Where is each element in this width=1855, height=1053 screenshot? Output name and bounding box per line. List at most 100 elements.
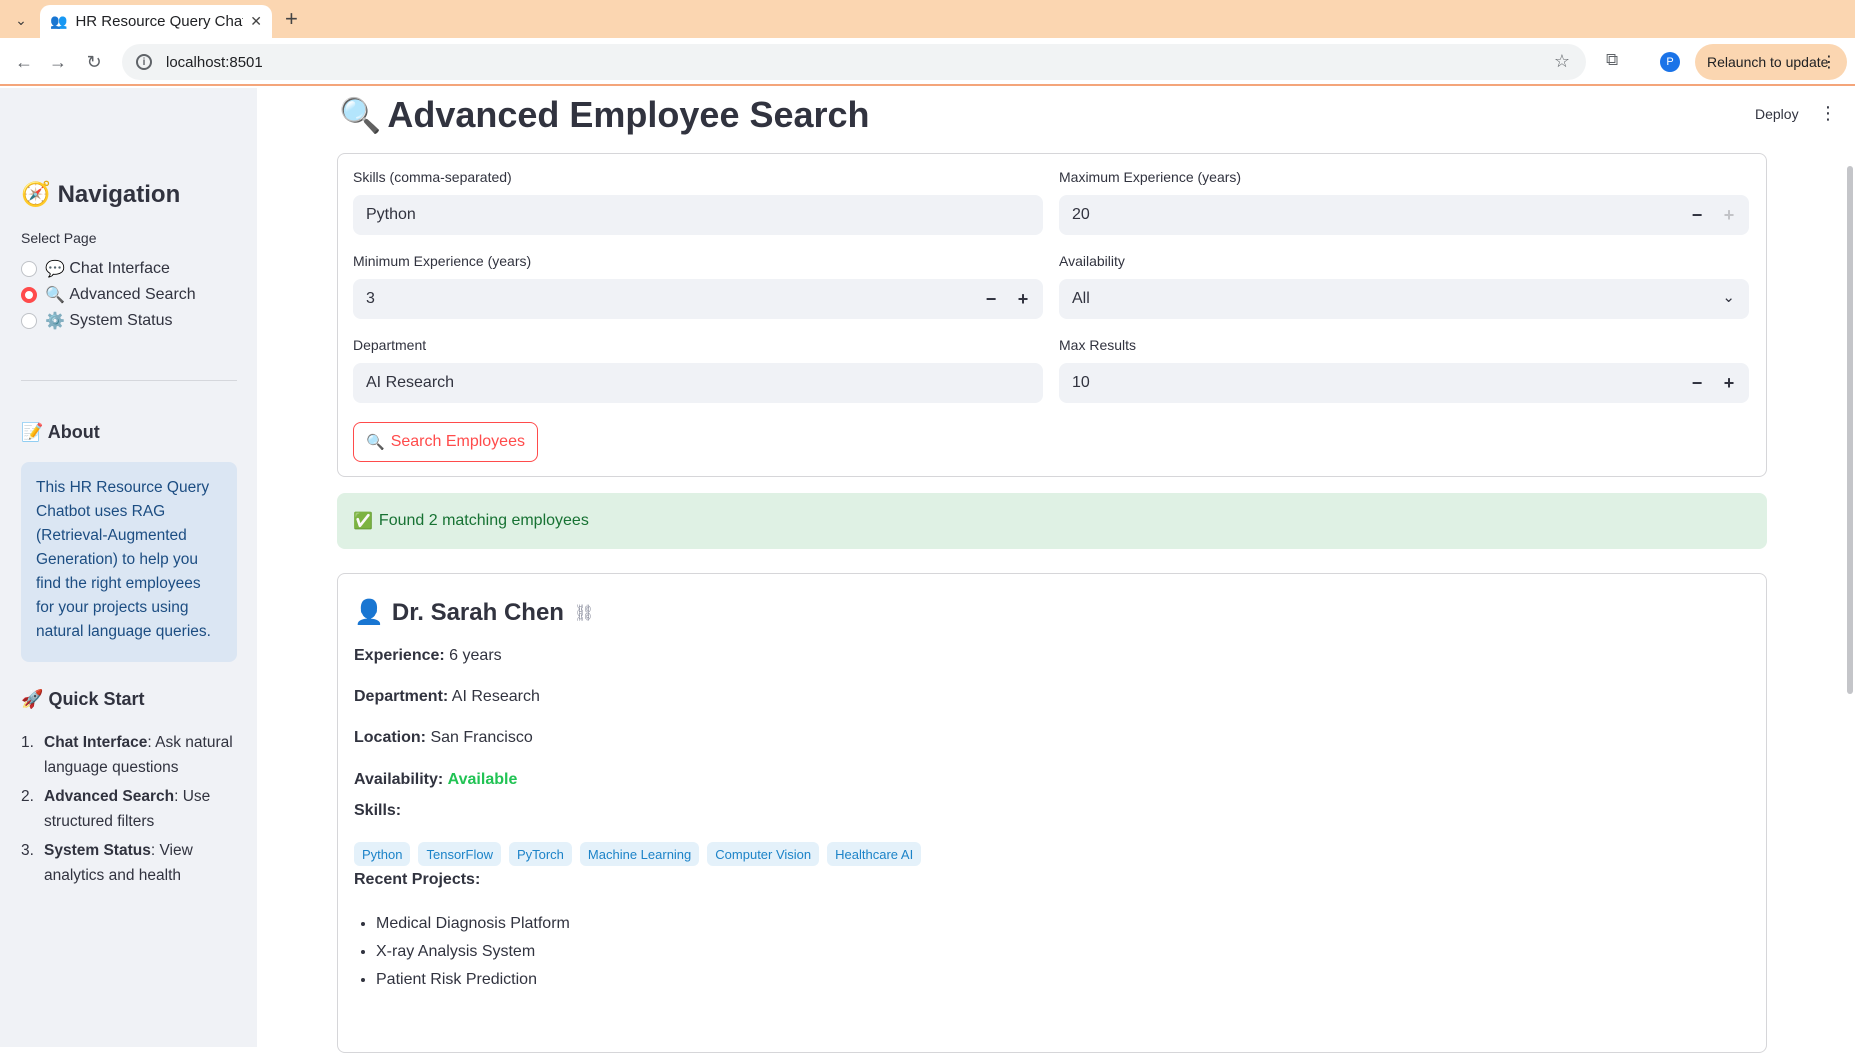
skill-chip: PyTorch [508, 842, 572, 866]
skills-input[interactable]: Python [353, 195, 1043, 235]
recent-projects-heading: Recent Projects: [354, 871, 481, 888]
relaunch-label: Relaunch to update [1707, 54, 1829, 70]
rocket-icon: 🚀 [21, 689, 44, 709]
select-page-label: Select Page [21, 230, 97, 246]
new-tab-plus-icon[interactable]: + [285, 8, 298, 30]
back-arrow-icon[interactable]: ← [12, 50, 36, 74]
extensions-puzzle-icon[interactable]: ⧉ [1606, 50, 1618, 70]
browser-tab[interactable]: 👥 HR Resource Query Chat ✕ [40, 5, 272, 38]
radio-button[interactable] [21, 261, 37, 277]
radio-button[interactable] [21, 313, 37, 329]
success-message: Found 2 matching employees [378, 512, 589, 529]
availability-label: Availability [1059, 253, 1125, 269]
tab-close-icon[interactable]: ✕ [250, 13, 262, 30]
about-info-box: This HR Resource Query Chatbot uses RAG … [21, 462, 237, 662]
list-item: 1. Chat Interface: Ask natural language … [21, 734, 233, 776]
sidebar: 🧭 Navigation Select Page 💬 Chat Interfac… [0, 88, 257, 1047]
magnifier-icon: 🔍 [45, 287, 65, 304]
skills-heading: Skills: [354, 802, 402, 819]
department-input[interactable]: AI Research [353, 363, 1043, 403]
about-heading: 📝 About [21, 422, 100, 442]
radio-button-selected[interactable] [21, 287, 37, 303]
min-experience-input[interactable]: 3 − + [353, 279, 1043, 319]
tab-title: HR Resource Query Chat [75, 13, 244, 30]
sidebar-divider [21, 380, 237, 381]
min-experience-label: Minimum Experience (years) [353, 253, 532, 269]
main-menu-icon[interactable]: ⋮ [1819, 103, 1837, 124]
availability-status: Available [447, 771, 518, 788]
min-experience-decrement-button[interactable]: − [975, 279, 1007, 319]
employee-card: 👤 Dr. Sarah Chen ⛓ Experience: 6 years D… [337, 573, 1767, 1053]
people-favicon-icon: 👥 [50, 13, 68, 29]
location-row: Location: San Francisco [354, 729, 533, 746]
skill-chip: Computer Vision [707, 842, 820, 866]
chevron-down-icon: ⌄ [1722, 289, 1735, 306]
skill-chip: Python [354, 842, 411, 866]
quick-start-heading: 🚀 Quick Start [21, 689, 145, 709]
list-item: 3. System Status: View analytics and hea… [21, 842, 193, 884]
deploy-button[interactable]: Deploy [1755, 106, 1799, 122]
reload-icon[interactable]: ↻ [82, 50, 106, 74]
search-button-label: Search Employees [390, 433, 525, 450]
anchor-link-icon[interactable]: ⛓ [574, 603, 594, 623]
experience-row: Experience: 6 years [354, 647, 502, 664]
skill-chip: TensorFlow [418, 842, 501, 866]
department-label: Department [353, 337, 427, 353]
url-text: localhost:8501 [166, 53, 263, 71]
chat-bubble-icon: 💬 [45, 261, 65, 278]
max-experience-decrement-button[interactable]: − [1681, 195, 1713, 235]
min-experience-value: 3 [366, 290, 375, 307]
magnifier-icon: 🔍 [366, 434, 385, 451]
check-mark-icon: ✅ [353, 513, 373, 530]
radio-chat-interface[interactable]: 💬 Chat Interface [21, 259, 170, 279]
list-item: X-ray Analysis System [376, 941, 570, 963]
browser-toolbar: ← → ↻ i localhost:8501 ☆ ⧉ P Relaunch to… [0, 38, 1855, 86]
skills-chips: Python TensorFlow PyTorch Machine Learni… [354, 842, 922, 866]
tab-search-chevron-icon[interactable]: ⌄ [10, 9, 32, 31]
radio-label: Chat Interface [69, 260, 170, 277]
radio-advanced-search[interactable]: 🔍 Advanced Search [21, 285, 196, 305]
success-alert: ✅ Found 2 matching employees [337, 493, 1767, 549]
max-experience-input[interactable]: 20 − + [1059, 195, 1749, 235]
availability-row: Availability: Available [354, 771, 518, 788]
search-form: Skills (comma-separated) Python Maximum … [337, 153, 1767, 477]
max-experience-label: Maximum Experience (years) [1059, 169, 1242, 185]
employee-name: Dr. Sarah Chen [391, 598, 564, 626]
radio-system-status[interactable]: ⚙️ System Status [21, 311, 173, 331]
department-row: Department: AI Research [354, 688, 540, 705]
search-employees-button[interactable]: 🔍 Search Employees [353, 422, 538, 462]
radio-label: System Status [69, 312, 173, 329]
bookmark-star-icon[interactable]: ☆ [1554, 51, 1570, 72]
skill-chip: Healthcare AI [827, 842, 922, 866]
max-experience-value: 20 [1072, 206, 1090, 223]
chrome-menu-icon[interactable]: ⋮ [1821, 52, 1837, 72]
projects-list: Medical Diagnosis Platform X-ray Analysi… [376, 913, 570, 997]
forward-arrow-icon[interactable]: → [46, 50, 70, 74]
max-results-label: Max Results [1059, 337, 1137, 353]
address-bar[interactable]: i localhost:8501 ☆ [122, 44, 1586, 80]
person-icon: 👤 [354, 599, 384, 626]
list-item: Medical Diagnosis Platform [376, 913, 570, 935]
max-experience-increment-button[interactable]: + [1713, 195, 1745, 235]
max-results-value: 10 [1072, 374, 1090, 391]
list-item: 2. Advanced Search: Use structured filte… [21, 788, 211, 830]
scrollbar[interactable] [1847, 166, 1853, 694]
relaunch-to-update-button[interactable]: Relaunch to update ⋮ [1695, 44, 1847, 80]
main-content: 🔍 Advanced Employee Search Deploy ⋮ Skill… [257, 88, 1855, 1053]
memo-icon: 📝 [21, 422, 44, 442]
page-title: 🔍 Advanced Employee Search [339, 94, 870, 135]
magnifier-icon: 🔍 [339, 97, 382, 135]
site-info-icon[interactable]: i [136, 54, 152, 70]
availability-select[interactable]: All ⌄ [1059, 279, 1749, 319]
max-results-input[interactable]: 10 − + [1059, 363, 1749, 403]
browser-tab-bar: ⌄ 👥 HR Resource Query Chat ✕ + [0, 0, 1855, 38]
max-results-decrement-button[interactable]: − [1681, 363, 1713, 403]
employee-name-heading: 👤 Dr. Sarah Chen ⛓ [354, 598, 594, 627]
profile-avatar[interactable]: P [1660, 52, 1680, 72]
gear-icon: ⚙️ [45, 313, 65, 330]
quick-start-list: 1. Chat Interface: Ask natural language … [21, 730, 241, 892]
compass-icon: 🧭 [21, 181, 51, 208]
max-results-increment-button[interactable]: + [1713, 363, 1745, 403]
list-item: Patient Risk Prediction [376, 969, 570, 991]
min-experience-increment-button[interactable]: + [1007, 279, 1039, 319]
